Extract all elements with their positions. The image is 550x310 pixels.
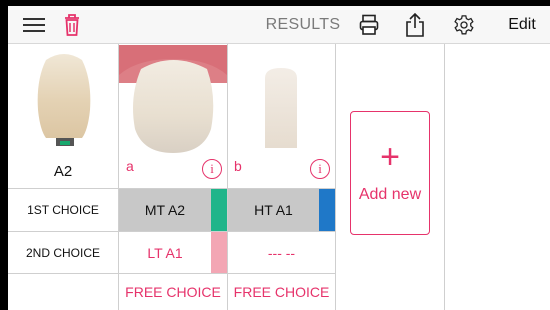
edit-button[interactable]: Edit xyxy=(500,6,544,44)
add-new-button[interactable]: + Add new xyxy=(350,111,430,235)
sample-a-info-icon[interactable]: i xyxy=(202,159,222,179)
print-icon[interactable] xyxy=(358,13,380,37)
sample-a-first-color-swatch xyxy=(211,189,227,231)
sample-b-second-choice-text: --- -- xyxy=(267,244,296,261)
sample-b-letter: b xyxy=(234,158,242,174)
trash-icon[interactable] xyxy=(62,12,82,38)
plus-icon: + xyxy=(380,138,400,176)
page-title: RESULTS xyxy=(265,16,341,33)
sample-b-second-choice[interactable]: --- -- xyxy=(228,232,335,273)
column-divider xyxy=(335,44,336,310)
sample-b-free-choice-button[interactable]: FREE CHOICE xyxy=(228,274,335,310)
menu-icon[interactable] xyxy=(22,14,46,36)
sample-a-free-choice-button[interactable]: FREE CHOICE xyxy=(119,274,227,310)
toolbar: RESULTS Edit xyxy=(8,6,550,44)
sample-a-second-choice-text: LT A1 xyxy=(147,244,183,261)
reference-shade-label: A2 xyxy=(53,162,73,180)
sample-a-tooth-photo xyxy=(119,45,227,153)
add-new-label: Add new xyxy=(358,186,422,203)
share-icon[interactable] xyxy=(404,11,426,39)
results-screen: RESULTS Edit A2 a i b i 1ST CHOICE 2ND C… xyxy=(8,6,550,310)
sample-b-info-icon[interactable]: i xyxy=(310,159,330,179)
sample-b-first-color-swatch xyxy=(319,189,335,231)
sample-a-letter: a xyxy=(126,158,134,174)
second-choice-label: 2ND CHOICE xyxy=(25,245,100,260)
reference-shade-tab-image xyxy=(37,54,91,146)
column-divider xyxy=(444,44,445,310)
sample-a-first-choice-text: MT A2 xyxy=(144,202,186,218)
settings-icon[interactable] xyxy=(452,12,476,38)
sample-a-second-color-swatch xyxy=(211,232,227,273)
sample-b-first-choice-text: HT A1 xyxy=(254,202,293,218)
first-choice-label: 1ST CHOICE xyxy=(27,203,99,217)
sample-b-tooth-image xyxy=(265,68,297,148)
